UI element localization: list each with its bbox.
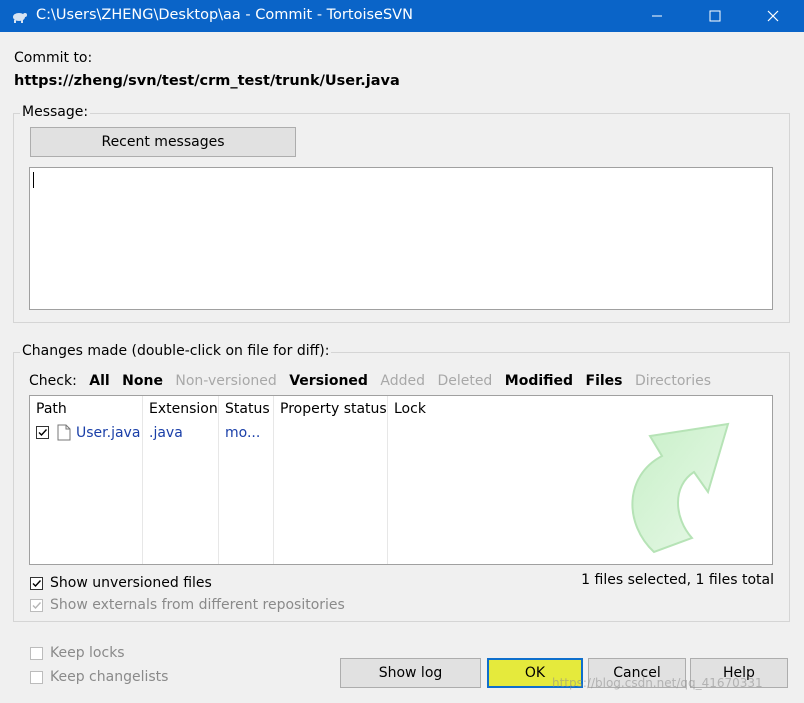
column-status: Status <box>219 396 274 564</box>
column-header-path[interactable]: Path <box>36 401 67 417</box>
show-externals-label: Show externals from different repositori… <box>50 597 345 613</box>
title-bar: C:\Users\ZHENG\Desktop\aa - Commit - Tor… <box>0 0 804 32</box>
check-icon <box>32 580 42 588</box>
show-log-button[interactable]: Show log <box>340 658 481 688</box>
show-unversioned-checkbox[interactable] <box>30 577 43 590</box>
row-checkbox[interactable] <box>36 426 49 439</box>
message-textarea[interactable] <box>29 167 773 310</box>
window-title: C:\Users\ZHENG\Desktop\aa - Commit - Tor… <box>36 7 413 23</box>
check-icon <box>32 602 42 610</box>
keep-locks-checkbox <box>30 647 43 660</box>
keep-changelists-label: Keep changelists <box>50 669 169 685</box>
tortoise-icon <box>13 13 27 23</box>
minimize-button[interactable] <box>634 0 680 32</box>
message-group-label: Message: <box>20 104 91 120</box>
show-externals-checkbox <box>30 599 43 612</box>
check-label: Check: <box>29 373 77 389</box>
filter-deleted: Deleted <box>437 373 493 389</box>
commit-to-label: Commit to: <box>14 50 93 66</box>
filter-none[interactable]: None <box>122 373 163 389</box>
maximize-icon <box>709 10 721 22</box>
close-icon <box>767 10 779 22</box>
column-extension: Extension <box>143 396 219 564</box>
column-header-property-status[interactable]: Property status <box>280 401 387 417</box>
maximize-button[interactable] <box>692 0 738 32</box>
row-extension: .java <box>149 425 183 441</box>
recent-messages-button[interactable]: Recent messages <box>30 127 296 157</box>
column-header-status[interactable]: Status <box>225 401 270 417</box>
column-header-extension[interactable]: Extension <box>149 401 218 417</box>
row-status: mo... <box>225 425 261 441</box>
minimize-icon <box>652 15 662 17</box>
filter-added: Added <box>380 373 425 389</box>
selection-summary: 1 files selected, 1 files total <box>581 572 774 588</box>
filter-modified[interactable]: Modified <box>505 373 573 389</box>
row-path[interactable]: User.java <box>76 425 140 441</box>
column-path: Path <box>30 396 143 564</box>
keep-changelists-checkbox <box>30 671 43 684</box>
check-filter-row: Check: All None Non-versioned Versioned … <box>29 373 719 389</box>
show-unversioned-label: Show unversioned files <box>50 575 212 591</box>
changes-group-label: Changes made (double-click on file for d… <box>20 343 332 359</box>
url-watermark: https://blog.csdn.net/qq_41670331 <box>552 676 763 690</box>
column-header-lock[interactable]: Lock <box>394 401 426 417</box>
keep-locks-label: Keep locks <box>50 645 125 661</box>
column-lock: Lock <box>388 396 772 564</box>
check-icon <box>38 429 48 437</box>
filter-versioned[interactable]: Versioned <box>289 373 368 389</box>
filter-files[interactable]: Files <box>586 373 623 389</box>
filter-all[interactable]: All <box>89 373 109 389</box>
commit-url: https://zheng/svn/test/crm_test/trunk/Us… <box>14 73 400 89</box>
file-list[interactable]: Path Extension Status Property status Lo… <box>29 395 773 565</box>
filter-directories: Directories <box>634 373 711 389</box>
column-property-status: Property status <box>274 396 388 564</box>
close-button[interactable] <box>750 0 796 32</box>
file-icon <box>57 424 71 441</box>
text-caret <box>33 172 34 188</box>
filter-non-versioned: Non-versioned <box>175 373 277 389</box>
